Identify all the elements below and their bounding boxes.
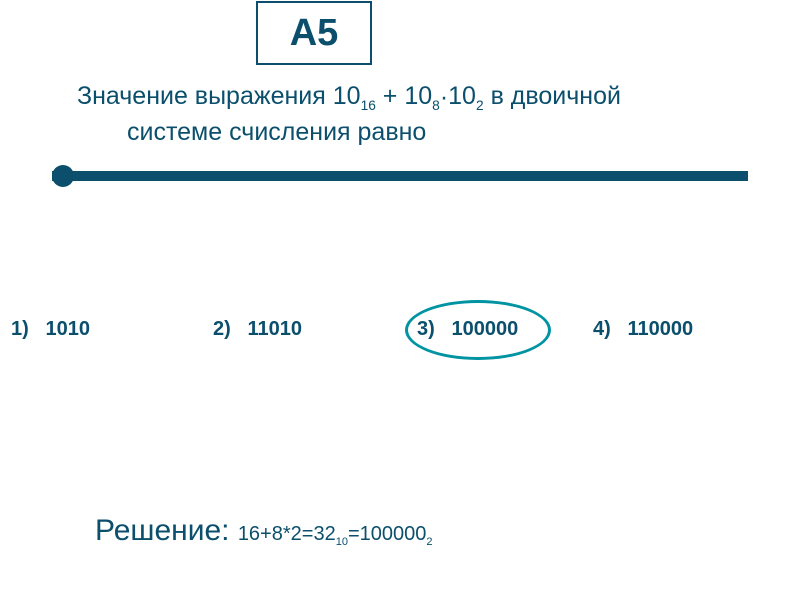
q-dot: · [440, 81, 448, 115]
question-text: Значение выражения 1016 + 108 · 102 в дв… [77, 80, 727, 149]
q-part: + 10 [376, 82, 432, 110]
solution-expr: 16+8*2=32 [238, 523, 336, 545]
option-4: 4) 110000 [593, 318, 693, 341]
q-line2: системе счисления равно [77, 116, 727, 150]
option-2: 2) 11010 [213, 318, 302, 341]
solution-sub: 2 [426, 536, 432, 548]
task-badge: А5 [256, 1, 372, 65]
q-sub: 16 [361, 98, 376, 113]
option-value: 100000 [451, 318, 518, 340]
option-1: 1) 1010 [11, 318, 90, 341]
answer-options: 1) 1010 2) 11010 3) 100000 4) 110000 [0, 300, 800, 360]
solution-label: Решение: [95, 514, 238, 547]
divider-dot-icon [52, 165, 74, 187]
option-number: 3) [417, 318, 435, 340]
option-number: 4) [593, 318, 611, 340]
option-number: 1) [11, 318, 29, 340]
solution-text: Решение: 16+8*2=3210=1000002 [95, 514, 433, 548]
option-value: 11010 [247, 318, 302, 340]
option-value: 110000 [627, 318, 693, 340]
q-part: 10 [448, 82, 476, 110]
q-part: Значение выражения 10 [77, 82, 361, 110]
divider-line [52, 171, 748, 181]
option-value: 1010 [45, 318, 90, 340]
option-number: 2) [213, 318, 231, 340]
q-part: в двоичной [484, 82, 621, 110]
divider-bar [52, 165, 748, 187]
task-badge-label: А5 [290, 12, 339, 55]
solution-expr: =100000 [348, 523, 426, 545]
solution-sub: 10 [336, 536, 348, 548]
q-sub: 8 [432, 98, 440, 113]
q-sub: 2 [476, 98, 484, 113]
option-3: 3) 100000 [417, 318, 518, 341]
